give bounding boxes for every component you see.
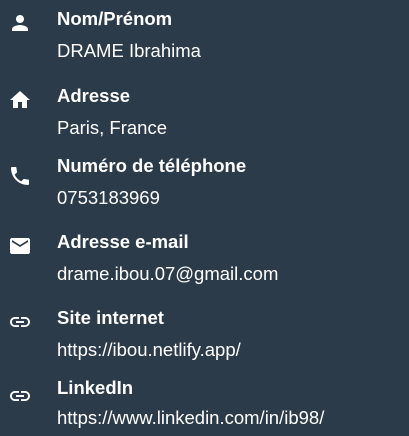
home-icon (8, 88, 32, 112)
person-icon (8, 11, 32, 35)
contact-value-name: DRAME Ibrahima (57, 40, 201, 61)
contact-item-linkedin: LinkedIn https://www.linkedin.com/in/ib9… (0, 376, 409, 436)
contact-item-name: Nom/Prénom DRAME Ibrahima (0, 7, 409, 67)
contact-value-address: Paris, France (57, 117, 168, 138)
contact-value-website[interactable]: https://ibou.netlify.app/ (57, 338, 241, 362)
contact-label-linkedin: LinkedIn (57, 377, 134, 398)
contact-value-email[interactable]: drame.ibou.07@gmail.com (57, 262, 278, 286)
contact-label-phone: Numéro de téléphone (57, 155, 247, 176)
email-icon (8, 234, 32, 258)
contact-item-website: Site internet https://ibou.netlify.app/ (0, 306, 409, 366)
contact-label-website: Site internet (57, 307, 164, 328)
contact-item-address: Adresse Paris, France (0, 84, 409, 144)
link-icon (8, 310, 32, 334)
contact-item-email: Adresse e-mail drame.ibou.07@gmail.com (0, 230, 409, 290)
contact-label-name: Nom/Prénom (57, 8, 173, 29)
link-icon (8, 384, 32, 408)
contact-value-linkedin[interactable]: https://www.linkedin.com/in/ib98/ (57, 406, 324, 430)
phone-icon (8, 164, 32, 188)
contact-value-phone: 0753183969 (57, 187, 160, 208)
contact-list: Nom/Prénom DRAME Ibrahima Adresse Paris,… (0, 0, 409, 435)
contact-label-address: Adresse (57, 85, 131, 106)
contact-label-email: Adresse e-mail (57, 231, 189, 252)
contact-item-phone: Numéro de téléphone 0753183969 (0, 154, 409, 214)
